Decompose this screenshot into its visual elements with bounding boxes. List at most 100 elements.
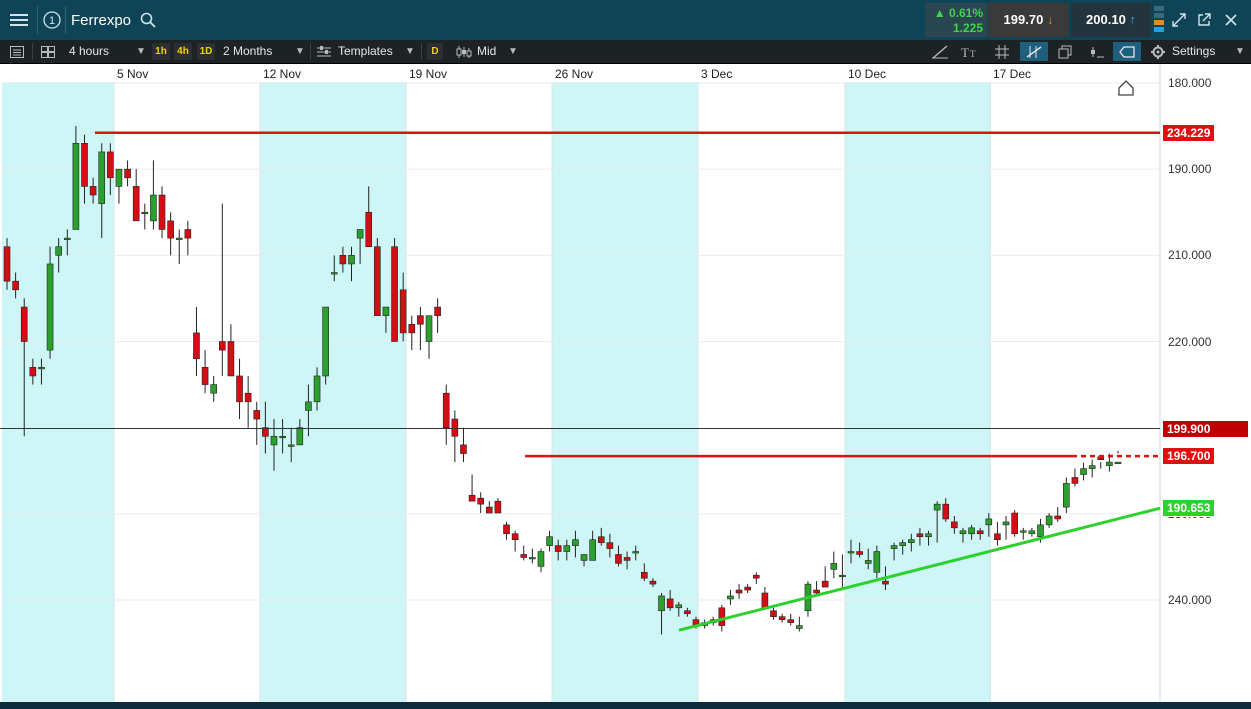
- candle-up: [1037, 524, 1044, 538]
- templates-icon-button[interactable]: [314, 42, 334, 61]
- candle-up: [890, 545, 898, 549]
- search-button[interactable]: [138, 0, 158, 40]
- candle-up: [270, 435, 278, 446]
- menu-button[interactable]: [2, 0, 36, 40]
- chart-type-button[interactable]: [454, 42, 474, 61]
- candle-down: [399, 289, 407, 334]
- weekend-band: [260, 82, 406, 702]
- divider: [310, 43, 311, 60]
- candle-down: [219, 341, 226, 351]
- candle-down: [994, 533, 1001, 540]
- candle-down: [623, 557, 631, 561]
- candle-up: [279, 435, 286, 439]
- candle-down: [236, 375, 243, 403]
- candle-down: [718, 607, 726, 626]
- candle-up: [38, 367, 45, 370]
- candle-up: [563, 545, 571, 552]
- weekend-band: [2, 82, 114, 702]
- y-axis-tick-label: 220.000: [1168, 334, 1212, 349]
- candle-down: [684, 610, 691, 615]
- drawing-tools-button[interactable]: [1020, 42, 1048, 61]
- candle-down: [167, 220, 174, 239]
- window-number: 1: [49, 15, 55, 27]
- popout-icon: [1198, 13, 1211, 26]
- candle-down: [12, 280, 19, 291]
- quick-interval-1d[interactable]: 1D: [197, 43, 215, 60]
- price-type-select[interactable]: Mid: [477, 40, 496, 63]
- app-window: 1 Ferrexpo ▲ 0.61% 1.225 199.70 ↓ 200.10…: [0, 0, 1251, 709]
- candle-up: [55, 246, 62, 256]
- d-button[interactable]: D: [427, 43, 443, 60]
- candle-up: [796, 625, 803, 629]
- chevron-down-icon: ▼: [136, 46, 146, 57]
- candle-down: [89, 186, 97, 196]
- candle-down: [434, 306, 441, 316]
- y-axis-tick-label: 210.000: [1168, 248, 1212, 263]
- draw-line-button[interactable]: [930, 42, 950, 61]
- expand-button[interactable]: [1168, 0, 1190, 40]
- home-icon: [1118, 80, 1134, 96]
- quick-interval-1h[interactable]: 1h: [152, 43, 170, 60]
- candle-up: [210, 384, 217, 394]
- copy-layers-button[interactable]: [1055, 42, 1075, 61]
- candle-down: [752, 574, 760, 579]
- candle-down: [821, 580, 829, 588]
- pattern-tool-icon: [1026, 45, 1042, 58]
- candle-down: [641, 571, 648, 579]
- candle-down: [244, 392, 252, 403]
- crosshair-grid-button[interactable]: [992, 42, 1012, 61]
- interval-select[interactable]: 4 hours: [69, 40, 109, 63]
- sell-price-button[interactable]: 199.70 ↓: [988, 3, 1069, 37]
- candle-down: [132, 186, 140, 222]
- instrument-title: Ferrexpo: [71, 12, 132, 29]
- circle-number-icon: 1: [43, 11, 61, 29]
- weekend-band: [552, 82, 698, 702]
- candle-up: [580, 554, 588, 561]
- buy-price-button[interactable]: 200.10 ↑: [1071, 3, 1151, 37]
- candle-up: [873, 551, 881, 573]
- y-axis-tick-label: 180.000: [1168, 76, 1212, 90]
- layout-button[interactable]: [38, 42, 58, 61]
- candle-down: [813, 589, 820, 594]
- candle-down: [158, 194, 166, 230]
- hamburger-icon: [10, 14, 28, 26]
- candle-down: [408, 323, 416, 334]
- candle-down: [20, 306, 28, 342]
- candle-down: [124, 168, 131, 179]
- quick-interval-4h[interactable]: 4h: [174, 43, 192, 60]
- price-chart[interactable]: [0, 64, 1251, 709]
- indicators-button[interactable]: [1087, 42, 1107, 61]
- candle-down: [417, 315, 424, 325]
- text-tool-icon: TT: [961, 45, 976, 59]
- candle-up: [141, 211, 149, 215]
- candle-down: [951, 521, 958, 529]
- candle-down: [554, 545, 562, 552]
- candle-up: [348, 255, 355, 265]
- layers-icon: [1058, 45, 1072, 58]
- period-select[interactable]: 2 Months: [223, 40, 272, 63]
- candle-up: [1114, 461, 1122, 464]
- x-axis-date-label: 12 Nov: [263, 67, 302, 81]
- candle-up: [959, 530, 967, 535]
- templates-select[interactable]: Templates: [338, 40, 393, 63]
- candle-up: [985, 518, 993, 526]
- window-number-button[interactable]: 1: [39, 0, 65, 40]
- x-axis-date-label: 19 Nov: [409, 67, 448, 81]
- chart-area[interactable]: 5 Nov 12 Nov 19 Nov 26 Nov 3 Dec 10 Dec 17 Dec…: [0, 64, 1251, 709]
- text-tool-button[interactable]: TT: [960, 42, 980, 61]
- list-view-button[interactable]: [7, 42, 27, 61]
- settings-gear-button[interactable]: [1148, 42, 1168, 61]
- close-button[interactable]: [1220, 0, 1242, 40]
- popout-button[interactable]: [1193, 0, 1215, 40]
- settings-button[interactable]: Settings: [1172, 40, 1215, 63]
- candle-down: [1054, 515, 1062, 520]
- candle-down: [761, 592, 769, 609]
- indicator-icon: [1091, 46, 1104, 57]
- home-button[interactable]: [1118, 80, 1134, 101]
- candle-down: [1011, 512, 1018, 535]
- alert-tag-button[interactable]: [1113, 42, 1141, 61]
- candle-up: [1002, 521, 1010, 526]
- up-arrow-icon: ▲: [933, 6, 949, 20]
- candle-up: [322, 306, 329, 377]
- x-axis-date-label: 10 Dec: [848, 67, 887, 81]
